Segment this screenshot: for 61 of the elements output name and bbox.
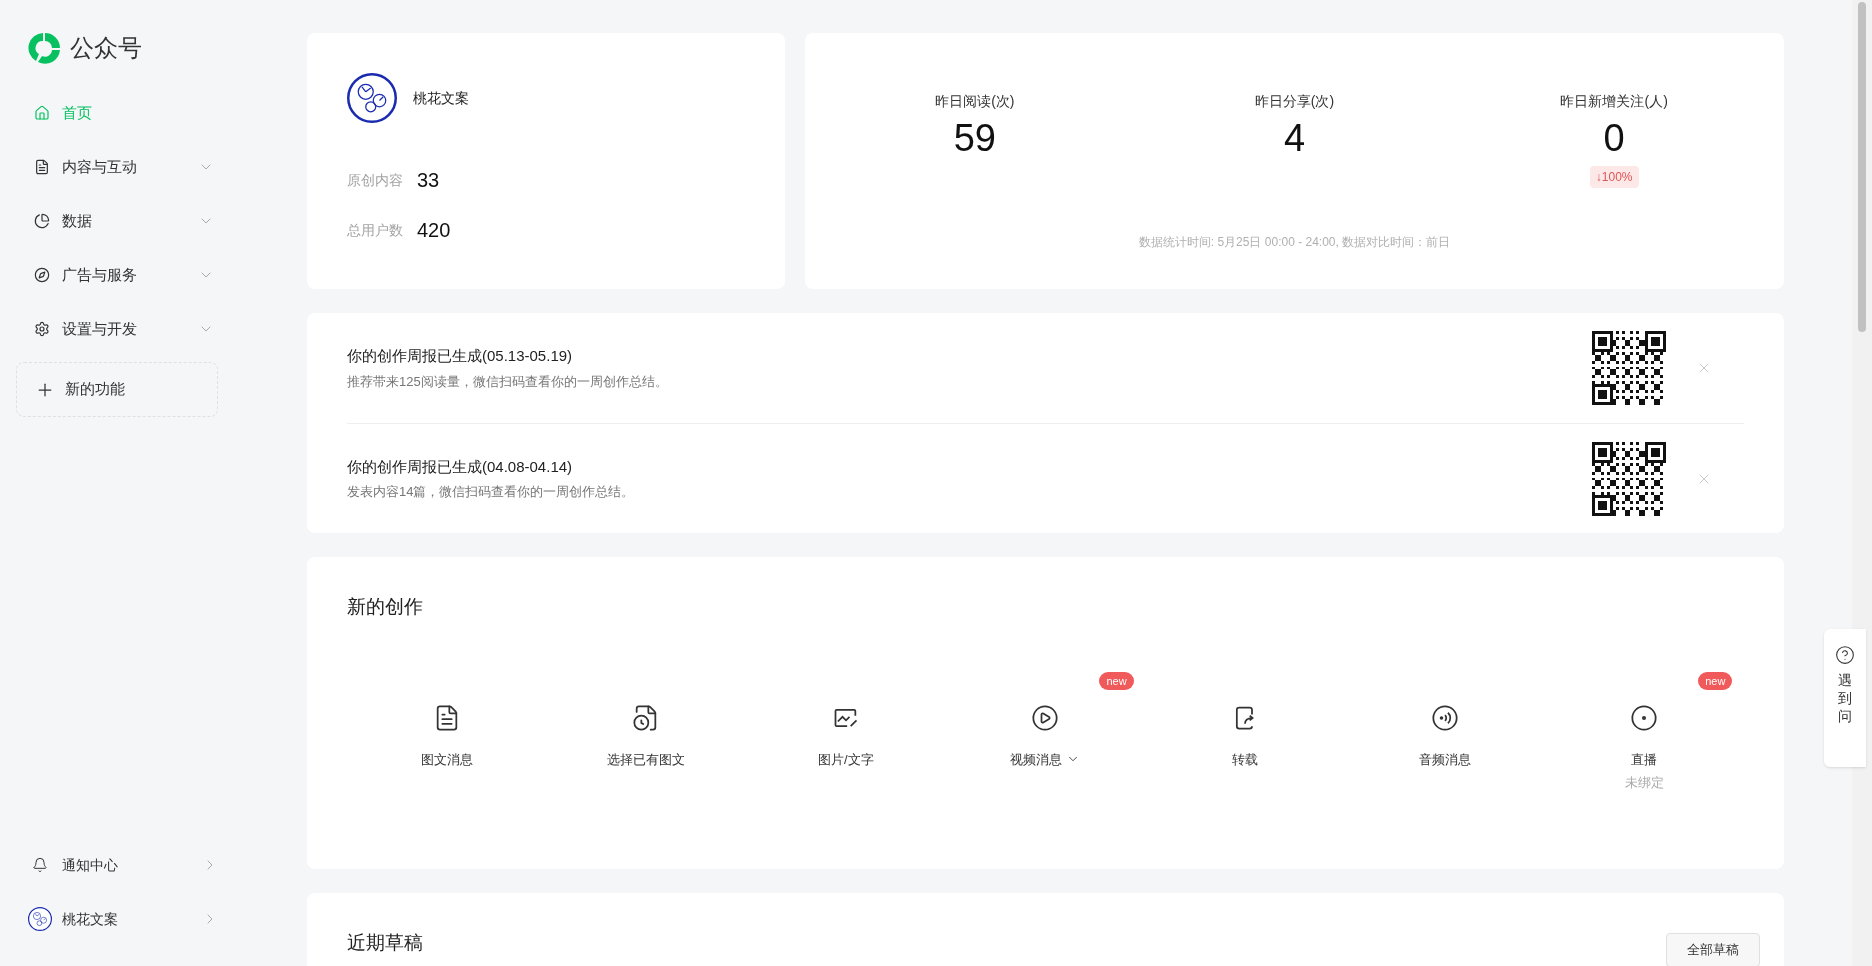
audio-icon	[1430, 703, 1459, 732]
pie-chart-icon	[34, 213, 50, 229]
create-option[interactable]: 图文消息	[347, 693, 547, 793]
help-label: 遇到问	[1838, 671, 1852, 726]
create-option[interactable]: 音频消息	[1344, 693, 1545, 793]
report-description: 推荐带来125阅读量，微信扫码查看你的一周创作总结。	[347, 372, 669, 391]
scrollbar-thumb[interactable]	[1858, 2, 1866, 332]
qr-code-icon	[1592, 331, 1666, 405]
statistics-note: 数据统计时间: 5月25日 00:00 - 24:00, 数据对比时间：前日	[1138, 234, 1451, 251]
logo-icon	[28, 31, 62, 65]
option-label: 图文消息	[420, 750, 473, 769]
new-badge: new	[1698, 671, 1733, 690]
report-description: 发表内容14篇，微信扫码查看你的一周创作总结。	[347, 483, 636, 501]
bell-icon	[32, 857, 48, 873]
option-status: 未绑定	[1624, 774, 1664, 792]
record-icon	[1630, 703, 1659, 732]
new-feature-button[interactable]: 新的功能	[16, 362, 218, 417]
stat-label: 总用户数	[347, 220, 403, 240]
section-title: 新的创作	[347, 595, 424, 619]
avatar-icon	[28, 907, 52, 931]
report-title: 你的创作周报已生成(04.08-04.14)	[347, 456, 574, 477]
help-icon	[1835, 645, 1855, 665]
option-label: 视频消息	[1010, 750, 1063, 769]
avatar-icon	[347, 73, 397, 123]
stat-value: 33	[417, 168, 440, 193]
option-label: 直播	[1631, 750, 1658, 769]
create-option[interactable]: 转载	[1145, 693, 1345, 793]
option-label: 图片/文字	[818, 750, 874, 769]
stat-label: 昨日阅读(次)	[935, 92, 1015, 111]
create-option[interactable]: 选择已有图文	[546, 693, 747, 793]
notification-center-link[interactable]: 通知中心	[16, 838, 218, 892]
stat-label: 原创内容	[347, 170, 403, 190]
change-tag: ↓100%	[1589, 166, 1639, 188]
all-drafts-button[interactable]: 全部草稿	[1666, 933, 1760, 966]
settings-icon	[34, 321, 50, 337]
document-icon	[34, 159, 50, 175]
section-title: 近期草稿	[347, 931, 423, 955]
stat-value: 59	[953, 116, 996, 161]
stat-label: 昨日新增关注(人)	[1560, 92, 1668, 111]
qr-code-icon	[1592, 441, 1666, 516]
report-title: 你的创作周报已生成(05.13-05.19)	[347, 346, 574, 366]
sidebar-item[interactable]: 内容与互动	[16, 140, 218, 194]
home-icon	[34, 105, 50, 121]
sidebar-item[interactable]: 广告与服务	[16, 248, 218, 302]
account-name: 桃花文案	[413, 88, 469, 108]
create-option[interactable]: 图片/文字	[746, 693, 946, 793]
option-label: 选择已有图文	[607, 750, 686, 769]
stat-value: 420	[417, 218, 451, 243]
sidebar-item[interactable]: 数据	[16, 194, 218, 248]
new-badge: new	[1099, 671, 1134, 690]
compass-icon	[34, 267, 50, 283]
option-label: 转载	[1232, 750, 1259, 769]
stat-value: 0	[1603, 116, 1625, 161]
sidebar-item[interactable]: 设置与开发	[16, 302, 218, 356]
account-link[interactable]: 桃花文案	[16, 892, 218, 946]
play-icon	[1031, 703, 1060, 732]
help-panel[interactable]: 遇到问	[1824, 629, 1866, 767]
stat-label: 昨日分享(次)	[1254, 92, 1335, 111]
option-label: 音频消息	[1418, 750, 1471, 769]
stat-value: 4	[1283, 116, 1306, 161]
brand-name: 公众号	[70, 33, 142, 63]
